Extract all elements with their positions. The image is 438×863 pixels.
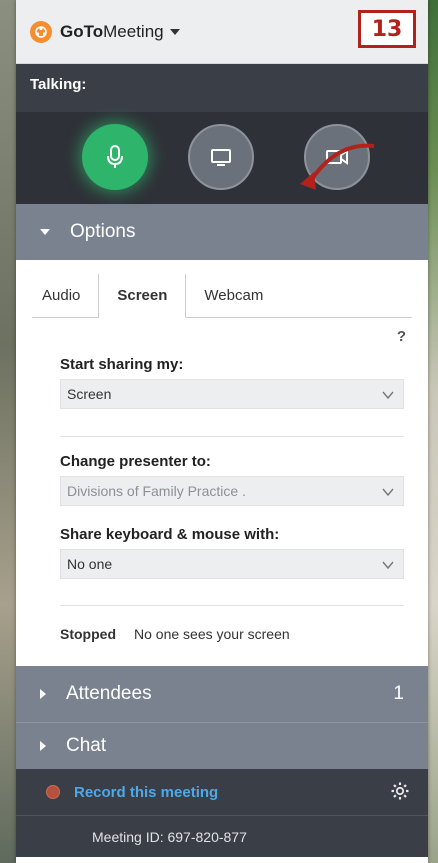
share-keyboard-value: No one	[67, 556, 113, 572]
attendees-header[interactable]: Attendees 1	[16, 666, 428, 722]
expand-down-icon	[40, 229, 50, 235]
dropdown-caret-icon[interactable]	[169, 28, 180, 35]
meeting-id: Meeting ID: 697-820-877	[16, 815, 428, 857]
change-presenter-value: Divisions of Family Practice .	[67, 483, 246, 499]
start-sharing-select[interactable]: Screen	[60, 379, 404, 409]
microphone-icon	[107, 145, 123, 168]
sharing-status-message: No one sees your screen	[134, 626, 290, 642]
tab-webcam[interactable]: Webcam	[186, 274, 281, 317]
options-header[interactable]: Options	[16, 204, 428, 260]
record-bar: Record this meeting	[16, 769, 428, 815]
gotomeeting-logo-icon	[30, 20, 52, 43]
tab-screen[interactable]: Screen	[99, 274, 187, 318]
microphone-button[interactable]	[82, 124, 148, 190]
attendees-count: 1	[393, 683, 404, 704]
sharing-status-state: Stopped	[60, 626, 116, 642]
gear-icon[interactable]	[390, 781, 410, 801]
chevron-down-icon	[382, 488, 394, 497]
callout-arrow	[300, 143, 375, 190]
share-keyboard-label: Share keyboard & mouse with:	[60, 526, 280, 543]
gotomeeting-panel: GoToMeeting ✕ Talking:	[16, 0, 428, 863]
chat-header-label: Chat	[66, 735, 107, 756]
start-sharing-value: Screen	[67, 386, 112, 402]
screen-share-icon	[211, 149, 231, 166]
app-title-rest: Meeting	[103, 21, 164, 41]
change-presenter-section: Change presenter to: Divisions of Family…	[16, 453, 428, 506]
talking-label: Talking:	[16, 64, 428, 112]
change-presenter-label: Change presenter to:	[60, 453, 211, 470]
chat-header[interactable]: Chat	[16, 723, 428, 769]
screen-share-button[interactable]	[188, 124, 254, 190]
start-sharing-label: Start sharing my:	[60, 356, 184, 373]
sharing-status: Stopped No one sees your screen	[16, 626, 428, 642]
media-controls	[16, 112, 428, 204]
change-presenter-select[interactable]: Divisions of Family Practice .	[60, 476, 404, 506]
start-sharing-section: Start sharing my: Screen	[16, 356, 428, 409]
record-dot-icon	[46, 785, 60, 799]
app-title-bold: GoTo	[60, 21, 104, 41]
expand-right-icon	[40, 689, 46, 699]
share-keyboard-section: Share keyboard & mouse with: No one	[16, 526, 428, 579]
divider	[60, 436, 404, 437]
callout-number: 13	[358, 10, 416, 48]
chevron-down-icon	[382, 391, 394, 400]
record-meeting-link[interactable]: Record this meeting	[74, 784, 218, 801]
app-title[interactable]: GoToMeeting	[60, 22, 164, 42]
help-icon[interactable]: ?	[397, 328, 406, 345]
options-header-label: Options	[70, 221, 136, 242]
attendees-header-label: Attendees	[66, 683, 152, 704]
expand-right-icon	[40, 741, 46, 751]
tab-audio[interactable]: Audio	[32, 274, 100, 317]
share-keyboard-select[interactable]: No one	[60, 549, 404, 579]
options-tabs: Audio Screen Webcam	[32, 274, 412, 318]
background-left	[0, 0, 16, 863]
divider	[60, 605, 404, 606]
chevron-down-icon	[382, 561, 394, 570]
